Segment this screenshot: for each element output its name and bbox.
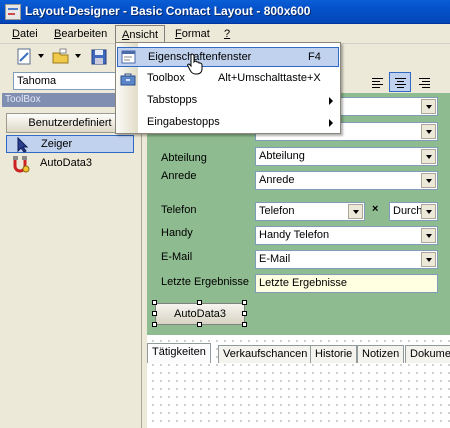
toolbox-item-label: AutoData3 [40,157,92,169]
resize-handle[interactable] [152,300,157,305]
tab-taetigkeiten[interactable]: Tätigkeiten [147,343,211,363]
toolbox-icon [120,73,136,86]
combo-telefon[interactable]: Telefon [255,202,365,221]
save-icon[interactable] [89,47,109,67]
resize-handle[interactable] [197,300,202,305]
menu-item-label: Toolbox [147,72,185,84]
combo-handy[interactable]: Handy Telefon [255,226,438,245]
align-center-icon[interactable] [389,72,411,92]
menu-help[interactable]: ? [218,27,236,43]
chevron-down-icon[interactable] [421,252,436,267]
menu-item-eigenschaftenfenster[interactable]: Eigenschaftenfenster F4 [117,47,339,67]
properties-window-icon [121,50,136,64]
resize-handle[interactable] [242,311,247,316]
label-abteilung: Abteilung [161,152,207,164]
autodata-icon [13,156,30,173]
resize-handle[interactable] [152,322,157,327]
chevron-down-icon[interactable] [421,204,436,219]
menu-bearbeiten[interactable]: Bearbeiten [48,27,113,43]
open-folder-icon[interactable] [51,47,71,67]
pointer-arrow-icon [17,137,29,153]
chevron-down-icon[interactable] [421,173,436,188]
label-anrede: Anrede [161,170,197,182]
tab-strip: Tätigkeiten Verkaufschancen Historie Not… [147,343,450,363]
menu-item-label: Eingabestopps [147,116,220,128]
toolbox-item-pointer[interactable]: Zeiger [6,135,134,153]
chevron-down-icon[interactable] [421,149,436,164]
align-left-icon[interactable] [366,72,388,92]
combo-anrede[interactable]: Anrede [255,171,438,190]
menu-item-tabstopps[interactable]: Tabstopps [117,91,339,111]
tab-historie[interactable]: Historie [310,345,358,363]
tab-verkaufschancen[interactable]: Verkaufschancen [218,345,313,363]
label-telefon: Telefon [161,204,197,216]
font-name-input[interactable]: Tahoma [13,72,118,90]
menu-item-label: Tabstopps [147,94,198,106]
resize-handle[interactable] [152,311,157,316]
menu-item-shortcut: F4 [308,51,321,63]
chevron-down-icon[interactable] [421,228,436,243]
field-letzte-ergebnisse[interactable]: Letzte Ergebnisse [255,274,438,293]
submenu-arrow-icon [329,97,333,105]
hand-cursor-icon [187,53,203,75]
menu-item-toolbox[interactable]: Toolbox Alt+Umschalttaste+X [117,69,339,89]
chevron-down-icon[interactable] [421,99,436,114]
tab-notizen[interactable]: Notizen [357,345,405,363]
combo-email[interactable]: E-Mail [255,250,438,269]
resize-handle[interactable] [242,322,247,327]
align-right-icon[interactable] [413,72,435,92]
app-icon [5,4,21,20]
toolbox-item-label: Zeiger [41,138,73,150]
chevron-down-icon[interactable] [348,204,363,219]
combo-abteilung[interactable]: Abteilung [255,147,438,166]
menu-format[interactable]: Format [169,27,216,43]
view-menu-dropdown: Eigenschaftenfenster F4 Toolbox Alt+Umsc… [115,42,341,134]
menu-item-shortcut: Alt+Umschalttaste+X [218,72,321,84]
window-title: Layout-Designer - Basic Contact Layout -… [25,4,311,18]
menu-datei[interactable]: Datei [6,27,44,43]
new-dropdown-icon[interactable] [38,54,44,58]
resize-handle[interactable] [197,322,202,327]
combo-telefon-durch[interactable]: Durch [389,202,438,221]
submenu-arrow-icon [329,119,333,127]
resize-handle[interactable] [242,300,247,305]
chevron-down-icon[interactable] [421,124,436,139]
menu-bar: Datei Bearbeiten Ansicht Format ? [0,24,450,44]
open-dropdown-icon[interactable] [75,54,81,58]
tab-dokumente[interactable]: Dokume [405,345,450,363]
new-layout-icon[interactable] [15,47,35,67]
toolbox-item-autodata[interactable]: AutoData3 [6,155,134,173]
menu-item-eingabestopps[interactable]: Eingabestopps [117,113,339,133]
label-letzte-ergebnisse: Letzte Ergebnisse [161,276,250,288]
label-email: E-Mail [161,251,193,263]
multiply-icon: × [372,203,379,215]
label-handy: Handy [161,227,193,239]
title-bar: Layout-Designer - Basic Contact Layout -… [0,0,450,24]
